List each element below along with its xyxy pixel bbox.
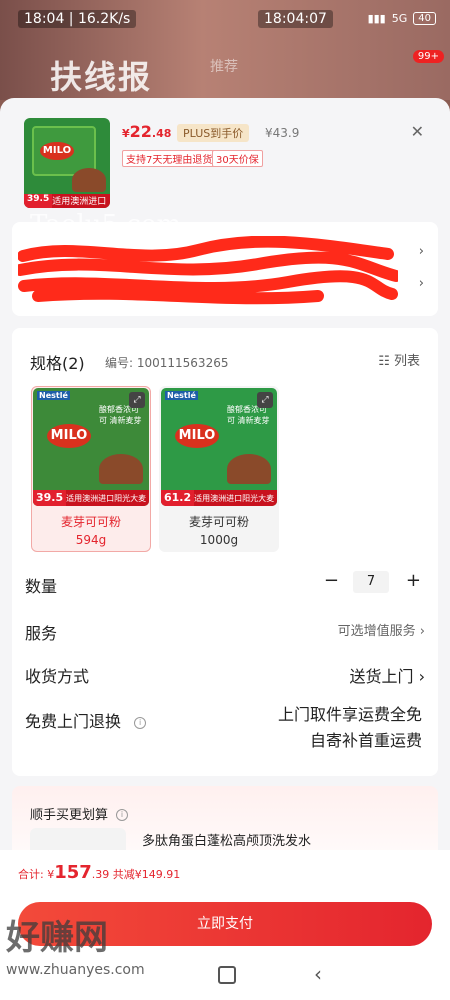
original-price: ¥43.9 bbox=[265, 126, 300, 140]
status-time: 18:04:07 bbox=[258, 10, 333, 28]
status-left: 18:04 | 16.2K/s bbox=[18, 10, 137, 28]
bundle-title: 顺手买更划算 i bbox=[30, 804, 129, 823]
returns-label: 免费上门退换 bbox=[25, 712, 122, 731]
variant-option-594g[interactable]: Nestlé MILO 酿郁香浓可可 清新麦芽 ⤢ 39.5 适用澳洲进口阳光大麦… bbox=[31, 386, 151, 552]
variant-price-strip: 61.2 适用澳洲进口阳光大麦 bbox=[161, 490, 277, 506]
background-watermark: 扶线报 bbox=[50, 58, 153, 96]
home-icon[interactable] bbox=[218, 966, 236, 984]
service-row[interactable]: 服务 可选增值服务 › bbox=[25, 620, 425, 644]
address-arrow-icon: › bbox=[418, 244, 424, 259]
spec-card: 规格(2) 编号: 100111563265 ☷ 列表 Nestlé MILO … bbox=[12, 328, 438, 776]
milo-logo: MILO bbox=[40, 142, 74, 160]
delivery-value: 送货上门 › bbox=[349, 667, 426, 686]
bundle-product-name[interactable]: 多肽角蛋白蓬松高颅顶洗发水 bbox=[142, 830, 311, 849]
status-bar: 18:04 | 16.2K/s 18:04:07 ▮▮▮ 5G 40 bbox=[0, 0, 450, 38]
status-icons: ▮▮▮ 5G 40 bbox=[368, 12, 436, 25]
quantity-row: 数量 − 7 + bbox=[25, 570, 425, 597]
milo-logo: MILO bbox=[175, 424, 219, 448]
variant-price-strip: 39.5 适用澳洲进口阳光大麦 bbox=[33, 490, 149, 506]
signal-icon: ▮▮▮ bbox=[367, 12, 386, 25]
list-view-button[interactable]: ☷ 列表 bbox=[378, 350, 420, 369]
service-label: 服务 bbox=[25, 624, 58, 643]
cocoa-powder-image bbox=[227, 454, 271, 484]
back-icon[interactable]: ‹ bbox=[314, 962, 322, 986]
quantity-input[interactable]: 7 bbox=[353, 571, 389, 593]
sku-number: 编号: 100111563265 bbox=[105, 356, 229, 370]
thumbnail-price-strip: 39.5 适用澳洲进口阳光大麦 bbox=[24, 194, 110, 208]
notification-badge: 99+ bbox=[412, 50, 444, 63]
variant-option-1000g[interactable]: Nestlé MILO 酿郁香浓可可 清新麦芽 ⤢ 61.2 适用澳洲进口阳光大麦… bbox=[159, 386, 279, 552]
plus-price-badge: PLUS到手价 bbox=[177, 124, 250, 142]
variant-name: 麦芽可可粉 1000g bbox=[188, 515, 249, 547]
variant-image: Nestlé MILO 酿郁香浓可可 清新麦芽 ⤢ 39.5 适用澳洲进口阳光大麦 bbox=[33, 388, 149, 506]
site-watermark: 好赚网 bbox=[6, 918, 108, 958]
quantity-label: 数量 bbox=[25, 577, 58, 596]
service-value: 可选增值服务 › bbox=[337, 624, 425, 639]
returns-detail: 上门取件享运费全免 自寄补首重运费 bbox=[277, 705, 422, 750]
background-tab: 推荐 bbox=[210, 59, 238, 75]
battery-icon: 40 bbox=[413, 12, 436, 25]
quantity-decrease-button[interactable]: − bbox=[324, 570, 339, 591]
zoom-icon[interactable]: ⤢ bbox=[129, 392, 145, 408]
site-watermark-url: www.zhuanyes.com bbox=[6, 962, 145, 978]
cocoa-powder-image bbox=[99, 454, 143, 484]
delivery-label: 收货方式 bbox=[25, 667, 90, 686]
variant-image: Nestlé MILO 酿郁香浓可可 清新麦芽 ⤢ 61.2 适用澳洲进口阳光大麦 bbox=[161, 388, 277, 506]
network-label: 5G bbox=[391, 12, 408, 25]
price-protection-tag: 30天价保 bbox=[212, 150, 263, 167]
delivery-row[interactable]: 收货方式 送货上门 › bbox=[25, 663, 425, 687]
cocoa-powder-image bbox=[72, 168, 106, 192]
return-policy-tag: 支持7天无理由退货 bbox=[122, 150, 217, 167]
purchase-sheet: MILO 39.5 适用澳洲进口阳光大麦 ¥22.48 PLUS到手价 ¥43.… bbox=[0, 98, 450, 1000]
milo-logo: MILO bbox=[47, 424, 91, 448]
info-icon[interactable]: i bbox=[116, 809, 129, 821]
zoom-icon[interactable]: ⤢ bbox=[257, 392, 273, 408]
quantity-increase-button[interactable]: + bbox=[406, 570, 421, 591]
address-card[interactable]: › › bbox=[12, 222, 438, 316]
product-thumbnail[interactable]: MILO 39.5 适用澳洲进口阳光大麦 bbox=[24, 118, 110, 208]
close-icon[interactable]: ✕ bbox=[411, 122, 424, 141]
order-total: 合计: ¥157.39 共减¥149.91 bbox=[18, 862, 181, 883]
address-arrow-icon: › bbox=[418, 276, 424, 291]
info-icon[interactable]: i bbox=[134, 717, 147, 729]
variant-name: 麦芽可可粉 594g bbox=[60, 515, 121, 547]
spec-title: 规格(2) bbox=[30, 354, 85, 373]
redaction-scribble bbox=[18, 236, 398, 305]
list-icon: ☷ bbox=[378, 354, 390, 369]
current-price: ¥22.48 bbox=[122, 122, 172, 141]
